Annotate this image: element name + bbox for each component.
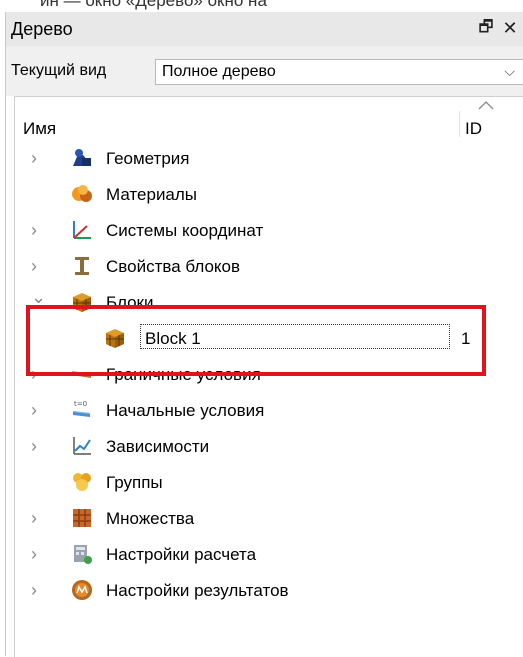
expand-arrow-icon[interactable]: › [31, 437, 43, 455]
column-id-header[interactable]: ID [465, 119, 482, 139]
tree-item-block-properties[interactable]: › Свойства блоков [15, 248, 523, 284]
tree-item-label: Настройки расчета [106, 545, 257, 564]
tree-item-label: Геометрия [106, 149, 190, 168]
expand-arrow-icon[interactable]: › [31, 401, 43, 419]
tree-view[interactable]: Имя ID › Геометрия Материалы › Системы к… [14, 96, 523, 657]
cropped-header-text: ин — окно «Дерево» окно на [0, 0, 523, 12]
tree-item-results-settings[interactable]: › Настройки результатов [15, 572, 523, 608]
tree-item-geometry[interactable]: › Геометрия [15, 140, 523, 176]
current-view-select[interactable]: Полное дерево ⌵ [155, 59, 523, 85]
tree-item-label: Системы координат [106, 221, 264, 240]
sort-ascending-icon [478, 101, 494, 110]
tree-item-label: Зависимости [106, 437, 210, 456]
tree-item-dependencies[interactable]: › Зависимости [15, 428, 523, 464]
column-separator[interactable] [459, 111, 460, 137]
tree-item-calculation-settings[interactable]: › Настройки расчета [15, 536, 523, 572]
tree-item-label: Настройки результатов [106, 581, 289, 600]
tree-item-coordinate-systems[interactable]: › Системы координат [15, 212, 523, 248]
tree-item-initial-conditions[interactable]: › t=0 Начальные условия [15, 392, 523, 428]
expand-arrow-icon[interactable]: › [31, 581, 43, 599]
tree-item-label: Множества [106, 509, 195, 528]
current-view-label: Текущий вид [11, 62, 107, 79]
svg-text:t=0: t=0 [74, 400, 87, 408]
results-settings-icon [72, 580, 92, 600]
column-name-header[interactable]: Имя [23, 119, 56, 139]
expand-arrow-icon[interactable]: › [31, 149, 43, 167]
coordinate-systems-icon [73, 221, 91, 239]
chevron-down-icon[interactable]: ⌵ [504, 63, 515, 80]
panel-title: Дерево [11, 19, 73, 39]
highlight-rectangle [26, 305, 486, 376]
tree-item-label: Свойства блоков [106, 257, 241, 276]
tree-item-label: Начальные условия [106, 401, 265, 420]
current-view-value: Полное дерево [162, 63, 276, 80]
tree-item-label: Материалы [106, 185, 198, 204]
collapse-arrow-icon[interactable]: ⌄ [31, 288, 46, 306]
tree-item-groups[interactable]: Группы [15, 464, 523, 500]
geometry-icon [73, 149, 91, 166]
tree-item-label: Группы [106, 473, 163, 492]
expand-arrow-icon[interactable]: › [31, 257, 43, 275]
tree-item-materials[interactable]: Материалы [15, 176, 523, 212]
materials-icon [72, 185, 92, 202]
column-header: Имя ID [15, 97, 523, 139]
close-panel-button[interactable]: ✕ [500, 17, 520, 39]
expand-arrow-icon[interactable]: › [31, 545, 43, 563]
dependencies-icon [73, 437, 91, 455]
initial-conditions-icon: t=0 [73, 400, 90, 417]
tree-item-sets[interactable]: › Множества [15, 500, 523, 536]
expand-arrow-icon[interactable]: › [31, 221, 43, 239]
calculation-settings-icon [74, 545, 92, 564]
block-properties-icon [75, 257, 89, 275]
expand-arrow-icon[interactable]: › [31, 509, 43, 527]
view-selector-row: Текущий вид Полное дерево ⌵ [6, 46, 523, 96]
sets-icon [73, 509, 91, 527]
float-window-button[interactable]: 🗗 [476, 17, 496, 39]
groups-icon [73, 473, 91, 491]
panel-titlebar: Дерево 🗗 ✕ [6, 12, 523, 47]
